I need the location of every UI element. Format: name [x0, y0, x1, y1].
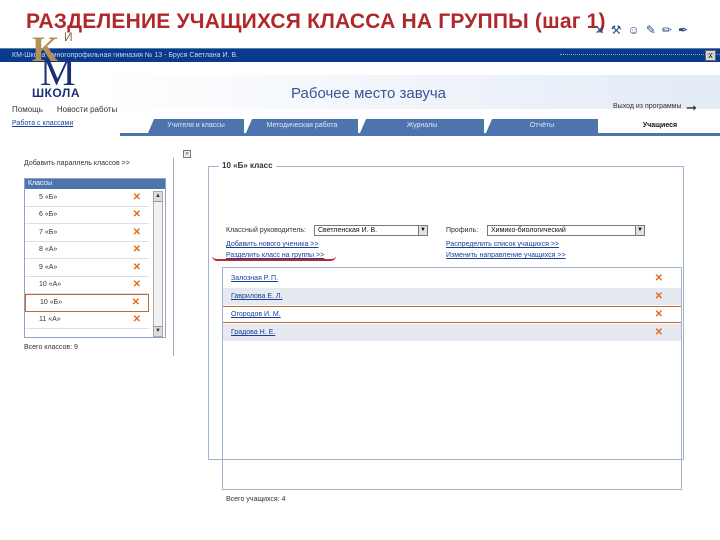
class-row[interactable]: 8 «А» ✕ [25, 242, 149, 259]
menu-item-news[interactable]: Новости работы [57, 105, 117, 114]
edit-icon[interactable]: ✎ [646, 24, 656, 36]
class-list: Классы 5 «Б» ✕ 6 «Б» ✕ 7 «Б» ✕ 8 «А» ✕ 9 «А» ✕ 10 … [24, 178, 166, 338]
transfer-students-link[interactable]: Изменить направление учащихся >> [446, 252, 566, 259]
class-name: 7 «Б» [39, 228, 58, 236]
student-name-link[interactable]: Огородов И. М. [231, 311, 281, 318]
profile-select[interactable]: Химико-биологический ▼ [487, 225, 645, 236]
highlight-underline [212, 256, 336, 261]
add-parallel-link[interactable]: Добавить параллель классов >> [24, 160, 130, 167]
tab-journals[interactable]: Журналы [360, 119, 484, 133]
class-row[interactable]: 9 «А» ✕ [25, 259, 149, 277]
delete-icon[interactable]: ✕ [655, 291, 663, 302]
scroll-up-icon[interactable]: ▲ [154, 192, 162, 202]
window-titlebar: КМ-Школа - многопрофильная гимназия № 13… [0, 49, 720, 62]
chevron-down-icon[interactable]: ▼ [635, 226, 644, 235]
toolbar: ✕ ⚒ ☺ ✎ ✏ ✒ [595, 24, 688, 36]
delete-icon[interactable]: ✕ [133, 244, 141, 255]
class-name: 6 «Б» [39, 211, 58, 219]
toolbar-divider [560, 54, 720, 55]
menu-item-help[interactable]: Помощь [12, 105, 43, 114]
class-name: 10 «А» [39, 281, 62, 289]
tab-reports[interactable]: Отчёты [486, 119, 598, 133]
tab-strip [120, 133, 720, 136]
class-list-header: Классы [25, 179, 165, 189]
pen-icon[interactable]: ✒ [678, 24, 688, 36]
teacher-label: Классный руководитель: [226, 227, 306, 234]
distribute-students-link[interactable]: Распределить список учащихся >> [446, 241, 559, 248]
class-name: 5 «Б» [39, 193, 58, 201]
pencil-icon[interactable]: ✏ [662, 24, 672, 36]
delete-icon[interactable]: ✕ [132, 297, 140, 308]
tab-methodical-work[interactable]: Методическая работа [246, 119, 358, 133]
page-title: Рабочее место завуча [291, 85, 447, 102]
class-row[interactable]: 10 «А» ✕ [25, 277, 149, 294]
class-list-scrollbar[interactable]: ▲ ▼ [153, 191, 163, 337]
teacher-select-value: Светленская И. В. [318, 227, 378, 234]
profile-select-value: Химико-биологический [491, 227, 566, 234]
add-student-link[interactable]: Добавить нового ученика >> [226, 241, 318, 248]
tab-bar: Работа с классами Учителя и классы Метод… [0, 119, 720, 133]
scroll-down-icon[interactable]: ▼ [154, 326, 162, 336]
student-row[interactable]: Градова Н. Е. ✕ [223, 324, 681, 341]
student-row[interactable]: Гаврилова Е. Л. ✕ [223, 288, 681, 305]
chevron-down-icon[interactable]: ▼ [418, 226, 427, 235]
user-icon[interactable]: ☺ [628, 24, 640, 36]
km-school-logo: К И М ШКОЛА [28, 22, 88, 100]
student-name-link[interactable]: Гаврилова Е. Л. [231, 293, 282, 300]
student-row[interactable]: Огородов И. М. ✕ [223, 306, 681, 323]
delete-icon[interactable]: ✕ [133, 192, 141, 203]
class-panel: Добавить параллель классов >> Классы 5 «… [20, 158, 174, 356]
student-row[interactable]: Залозная Р. П. ✕ [223, 270, 681, 287]
class-row[interactable]: 6 «Б» ✕ [25, 207, 149, 224]
classes-work-link[interactable]: Работа с классами [12, 120, 73, 127]
student-list: Залозная Р. П. ✕ Гаврилова Е. Л. ✕ Огородов … [222, 267, 682, 490]
student-name-link[interactable]: Залозная Р. П. [231, 275, 278, 282]
class-name: 8 «А» [39, 246, 58, 254]
delete-icon[interactable]: ✕ [655, 273, 663, 284]
tools-icon[interactable]: ⚒ [611, 24, 622, 36]
delete-icon[interactable]: ✕ [655, 309, 663, 320]
delete-icon[interactable]: ✕ [133, 314, 141, 325]
class-name: 9 «А» [39, 263, 58, 271]
class-name: 11 «А» [39, 316, 61, 324]
top-menu: Помощь Новости работы [12, 105, 117, 114]
profile-label: Профиль: [446, 227, 479, 234]
logout-link[interactable]: Выход из программы [613, 103, 682, 110]
classes-total: Всего классов: 9 [24, 344, 78, 351]
slide-title: РАЗДЕЛЕНИЕ УЧАЩИХСЯ КЛАССА НА ГРУППЫ (ша… [26, 10, 606, 33]
class-group-title: 10 «Б» класс [219, 161, 276, 170]
delete-icon[interactable]: ✕ [133, 209, 141, 220]
class-row[interactable]: 5 «Б» ✕ [25, 189, 149, 207]
delete-icon[interactable]: ✕ [133, 227, 141, 238]
delete-icon[interactable]: ✕ [133, 262, 141, 273]
delete-icon[interactable]: ✕ [655, 327, 663, 338]
arrow-right-icon[interactable]: ➞ [686, 100, 697, 116]
teacher-select[interactable]: Светленская И. В. ▼ [314, 225, 428, 236]
close-icon[interactable]: ✕ [595, 24, 605, 36]
class-name: 10 «Б» [40, 299, 63, 307]
close-icon[interactable]: x [705, 50, 716, 61]
tab-teachers-classes[interactable]: Учителя и классы [148, 119, 244, 133]
class-row[interactable]: 10 «Б» ✕ [25, 294, 149, 312]
class-row[interactable]: 11 «А» ✕ [25, 312, 149, 329]
delete-icon[interactable]: ✕ [133, 279, 141, 290]
logo-shkola: ШКОЛА [32, 86, 81, 100]
logo-i: И [64, 30, 73, 44]
class-rows: 5 «Б» ✕ 6 «Б» ✕ 7 «Б» ✕ 8 «А» ✕ 9 «А» ✕ 10 «А» ✕ 10 … [25, 189, 149, 329]
students-total: Всего учащихся: 4 [226, 496, 286, 503]
collapse-icon[interactable]: « [183, 150, 191, 158]
tab-students[interactable]: Учащиеся [600, 119, 720, 133]
class-row[interactable]: 7 «Б» ✕ [25, 224, 149, 242]
student-name-link[interactable]: Градова Н. Е. [231, 329, 275, 336]
